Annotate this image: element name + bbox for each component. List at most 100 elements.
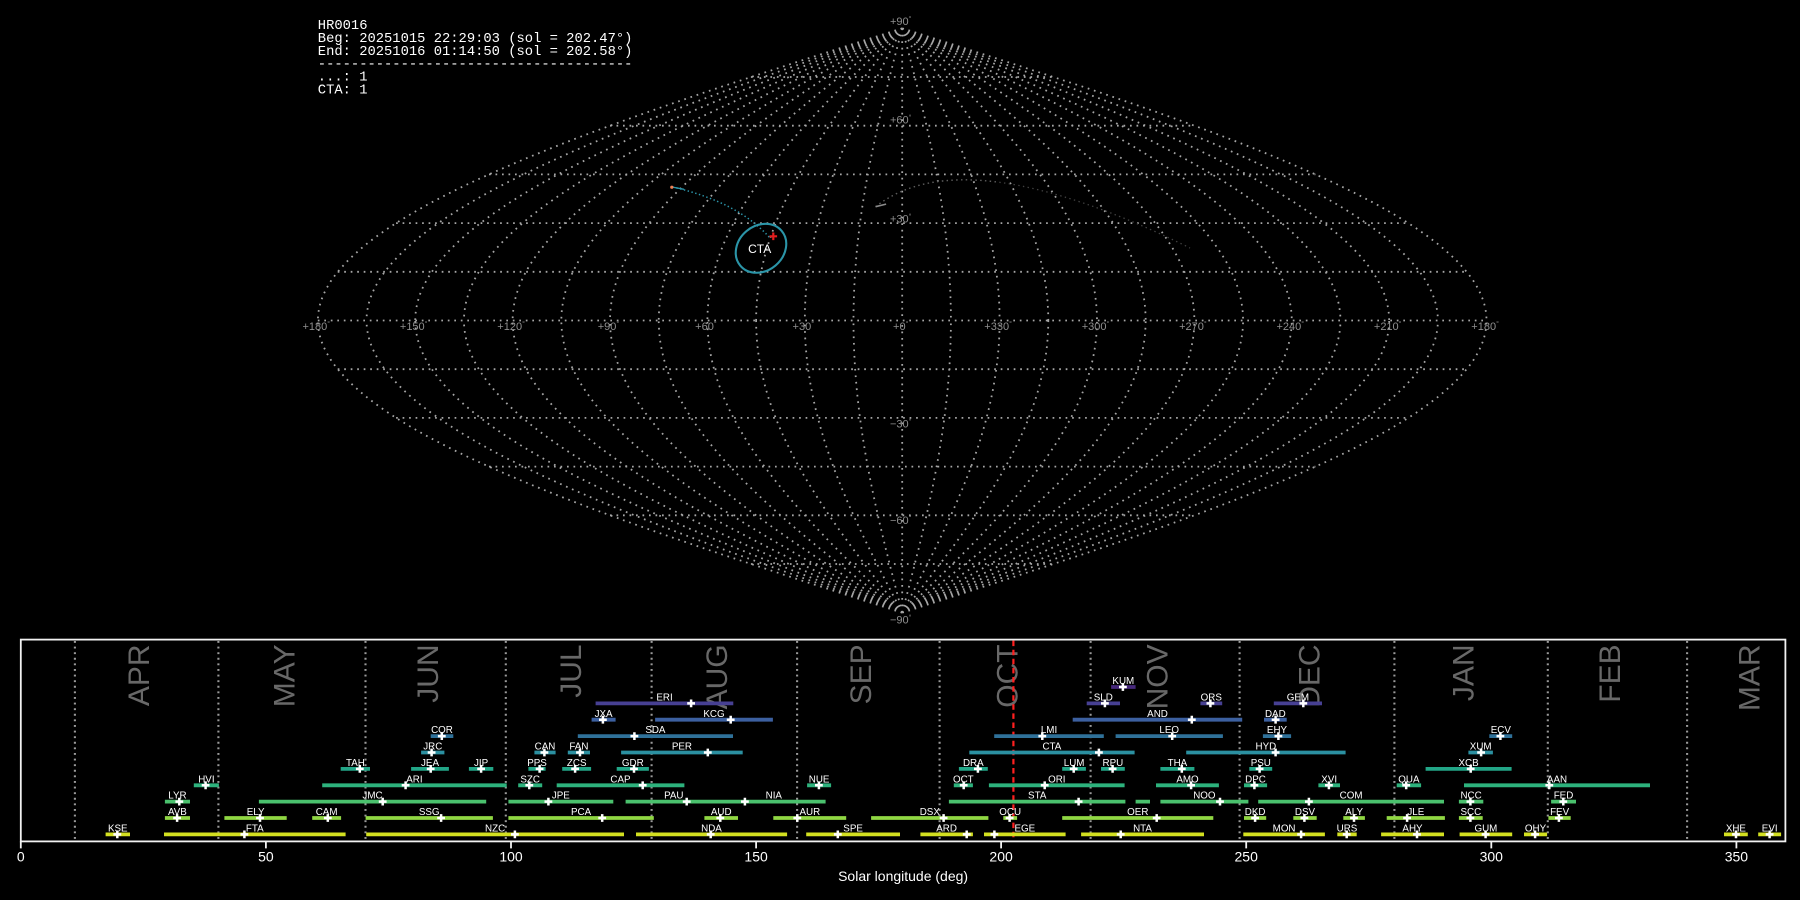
svg-text:NOO: NOO [1193, 791, 1216, 802]
svg-text:ZCS: ZCS [567, 758, 587, 769]
svg-text:LEO: LEO [1159, 725, 1179, 736]
svg-text:JMC: JMC [362, 791, 382, 802]
svg-text:APR: APR [123, 644, 156, 706]
svg-text:−90°: −90° [890, 614, 912, 627]
svg-text:SZC: SZC [520, 774, 540, 785]
svg-text:OHY: OHY [1525, 824, 1547, 835]
svg-text:THA: THA [1168, 758, 1188, 769]
svg-text:NIA: NIA [766, 791, 783, 802]
svg-text:AHY: AHY [1402, 824, 1423, 835]
svg-text:+30°: +30° [890, 212, 912, 225]
svg-text:AAN: AAN [1547, 774, 1567, 785]
svg-text:MAR: MAR [1733, 644, 1766, 711]
svg-text:XUM: XUM [1470, 742, 1492, 753]
svg-text:SPE: SPE [843, 824, 863, 835]
svg-text:JUN: JUN [412, 644, 445, 702]
svg-text:350: 350 [1725, 849, 1749, 865]
svg-text:QUA: QUA [1398, 774, 1420, 785]
svg-text:SEP: SEP [845, 644, 878, 704]
svg-text:+180°: +180° [303, 320, 331, 333]
svg-text:EGE: EGE [1014, 824, 1035, 835]
svg-text:JRC: JRC [423, 742, 442, 753]
svg-text:COM: COM [1340, 791, 1363, 802]
svg-text:NTA: NTA [1133, 824, 1152, 835]
svg-text:250: 250 [1235, 849, 1259, 865]
svg-text:300: 300 [1480, 849, 1504, 865]
svg-text:SSG: SSG [419, 807, 440, 818]
svg-text:ECV: ECV [1491, 725, 1512, 736]
svg-text:GUM: GUM [1474, 824, 1497, 835]
svg-text:XVI: XVI [1321, 774, 1337, 785]
svg-text:KCG: KCG [703, 709, 724, 720]
svg-text:DKD: DKD [1245, 807, 1266, 818]
svg-text:NOV: NOV [1142, 644, 1175, 709]
svg-text:AUG: AUG [701, 644, 734, 709]
svg-text:NDA: NDA [701, 824, 722, 835]
svg-text:+330°: +330° [984, 320, 1012, 333]
svg-text:−30°: −30° [890, 418, 912, 431]
svg-text:+30°: +30° [793, 320, 815, 333]
svg-text:50: 50 [258, 849, 274, 865]
svg-text:EVI: EVI [1762, 824, 1778, 835]
svg-text:FTA: FTA [246, 824, 264, 835]
svg-text:URS: URS [1337, 824, 1358, 835]
svg-text:XHE: XHE [1726, 824, 1747, 835]
svg-text:FED: FED [1554, 791, 1574, 802]
svg-text:100: 100 [499, 849, 523, 865]
svg-text:JAN: JAN [1448, 644, 1481, 701]
svg-text:CTA: 1: CTA: 1 [318, 84, 368, 99]
svg-text:SLD: SLD [1094, 693, 1113, 704]
svg-text:+180°: +180° [1471, 320, 1499, 333]
svg-text:LUM: LUM [1064, 758, 1085, 769]
svg-text:JLE: JLE [1407, 807, 1424, 818]
svg-text:Solar longitude (deg): Solar longitude (deg) [838, 868, 968, 884]
svg-text:RPU: RPU [1103, 758, 1124, 769]
svg-text:DRA: DRA [963, 758, 984, 769]
svg-text:AVB: AVB [168, 807, 187, 818]
svg-text:JUL: JUL [555, 644, 588, 697]
svg-text:SCC: SCC [1460, 807, 1481, 818]
svg-text:+150°: +150° [400, 320, 428, 333]
svg-text:JEA: JEA [421, 758, 439, 769]
svg-text:DPC: DPC [1245, 774, 1266, 785]
svg-text:NZC: NZC [485, 824, 505, 835]
svg-text:ARI: ARI [406, 774, 422, 785]
svg-text:FEV: FEV [1550, 807, 1570, 818]
svg-text:CTA: CTA [1042, 742, 1061, 753]
svg-text:STA: STA [1028, 791, 1047, 802]
svg-text:150: 150 [744, 849, 768, 865]
svg-text:FEB: FEB [1594, 644, 1627, 702]
svg-text:ERI: ERI [656, 693, 672, 704]
svg-text:+240°: +240° [1277, 320, 1305, 333]
svg-text:+300°: +300° [1082, 320, 1110, 333]
svg-text:PER: PER [672, 742, 692, 753]
svg-text:OCU: OCU [999, 807, 1021, 818]
svg-text:CAN: CAN [535, 742, 556, 753]
svg-text:FAN: FAN [569, 742, 588, 753]
svg-text:SDA: SDA [645, 725, 666, 736]
svg-text:AUR: AUR [799, 807, 820, 818]
svg-text:+210°: +210° [1374, 320, 1402, 333]
svg-text:NCC: NCC [1460, 791, 1481, 802]
svg-text:PPS: PPS [527, 758, 547, 769]
svg-text:OER: OER [1127, 807, 1148, 818]
svg-text:ELY: ELY [247, 807, 265, 818]
svg-text:NUE: NUE [809, 774, 830, 785]
svg-text:200: 200 [989, 849, 1013, 865]
svg-text:AND: AND [1147, 709, 1168, 720]
svg-text:TAH: TAH [346, 758, 365, 769]
svg-text:−60°: −60° [890, 514, 912, 527]
svg-text:EHY: EHY [1267, 725, 1288, 736]
svg-text:HVI: HVI [198, 774, 214, 785]
svg-text:DAD: DAD [1265, 709, 1286, 720]
svg-text:CTA: CTA [748, 242, 771, 256]
svg-text:PAU: PAU [664, 791, 683, 802]
svg-text:GDR: GDR [622, 758, 644, 769]
svg-text:JIP: JIP [474, 758, 489, 769]
svg-text:ORI: ORI [1048, 774, 1065, 785]
svg-text:+270°: +270° [1179, 320, 1207, 333]
svg-text:+90°: +90° [890, 15, 912, 28]
svg-text:ALY: ALY [1345, 807, 1363, 818]
svg-text:HYD: HYD [1256, 742, 1277, 753]
svg-text:JXA: JXA [595, 709, 613, 720]
